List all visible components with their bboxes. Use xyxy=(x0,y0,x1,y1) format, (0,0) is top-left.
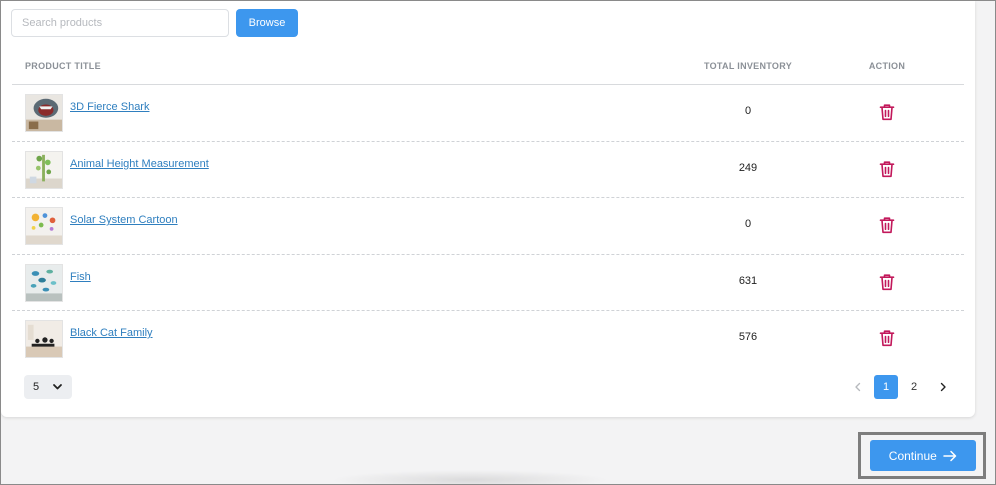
arrow-right-icon xyxy=(943,450,957,462)
inventory-value: 0 xyxy=(744,218,752,230)
product-card: Browse PRODUCT TITLE TOTAL INVENTORY ACT… xyxy=(1,1,975,417)
trash-icon[interactable] xyxy=(879,216,895,234)
inventory-value: 631 xyxy=(738,274,758,287)
continue-label: Continue xyxy=(888,448,937,463)
trash-icon[interactable] xyxy=(879,329,895,347)
page-button-2[interactable]: 2 xyxy=(902,375,926,399)
search-input[interactable] xyxy=(11,9,229,37)
product-thumbnail-fish xyxy=(25,263,63,302)
table-header: PRODUCT TITLE TOTAL INVENTORY ACTION xyxy=(12,53,964,85)
page-size-select[interactable]: 5 xyxy=(24,375,72,399)
header-product-title: PRODUCT TITLE xyxy=(25,61,101,71)
continue-button[interactable]: Continue xyxy=(870,440,976,471)
trash-icon[interactable] xyxy=(879,160,895,178)
product-image xyxy=(26,264,62,301)
table-row: 3D Fierce Shark 0 xyxy=(12,85,964,142)
header-total-inventory: TOTAL INVENTORY xyxy=(703,61,792,71)
table-row: Animal Height Measurement 249 xyxy=(12,142,964,198)
browse-button[interactable]: Browse xyxy=(236,9,298,37)
product-link[interactable]: Fish xyxy=(70,271,91,283)
product-thumbnail-shark xyxy=(25,94,63,132)
inventory-value: 576 xyxy=(738,331,758,343)
product-link[interactable]: 3D Fierce Shark xyxy=(70,101,149,113)
inventory-value: 249 xyxy=(738,161,758,174)
trash-icon[interactable] xyxy=(879,103,895,121)
chevron-down-icon xyxy=(53,384,62,390)
product-thumbnail-black-cat xyxy=(25,320,63,358)
product-link[interactable]: Animal Height Measurement xyxy=(70,158,209,170)
table-row: Fish 631 xyxy=(12,255,964,311)
product-thumbnail-height-chart xyxy=(25,150,63,189)
product-table-body: 3D Fierce Shark 0 Animal Height Measurem… xyxy=(12,85,964,368)
product-image xyxy=(26,95,62,131)
product-thumbnail-solar-system xyxy=(25,207,63,245)
product-image xyxy=(26,321,62,357)
product-link[interactable]: Solar System Cartoon xyxy=(70,214,178,226)
chevron-left-icon[interactable] xyxy=(846,375,870,399)
decorative-shadow xyxy=(330,470,610,485)
page-size-value: 5 xyxy=(33,381,40,393)
page-button-1[interactable]: 1 xyxy=(874,375,898,399)
inventory-value: 0 xyxy=(744,105,752,117)
header-action: ACTION xyxy=(868,61,906,71)
product-image xyxy=(26,208,62,244)
trash-icon[interactable] xyxy=(879,273,895,291)
product-image xyxy=(26,151,62,188)
chevron-right-icon[interactable] xyxy=(931,375,955,399)
table-row: Solar System Cartoon 0 xyxy=(12,198,964,255)
product-link[interactable]: Black Cat Family xyxy=(70,327,153,339)
table-row: Black Cat Family 576 xyxy=(12,311,964,368)
